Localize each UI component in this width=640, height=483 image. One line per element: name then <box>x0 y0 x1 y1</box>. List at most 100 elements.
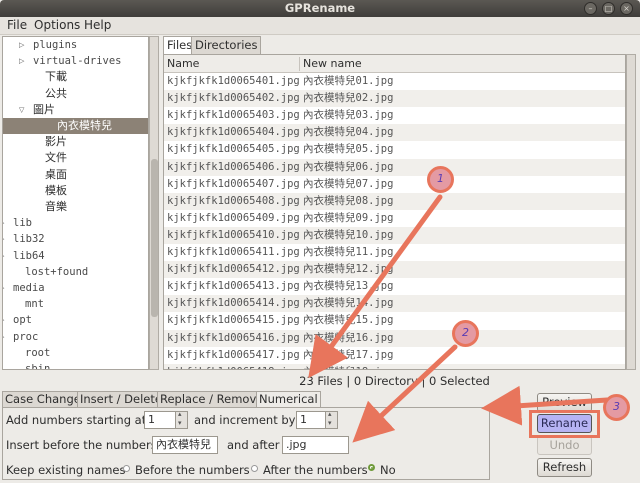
file-name-cell: kjkfjkfk1d0065401.jpg <box>167 75 300 87</box>
expander-icon[interactable]: ▷ <box>19 41 24 49</box>
directory-tree[interactable]: ▷ plugins ▷ virtual-drives 下載 公共 ▽ 圖片 內衣模特兒 影片 文件桌… <box>2 36 149 370</box>
file-name-cell: kjkfjkfk1d0065410.jpg <box>167 228 300 241</box>
table-row[interactable]: kjkfjkfk1d0065405.jpg 內衣模特兒05.jpg <box>164 141 625 158</box>
new-name-cell: 內衣模特兒13.jpg <box>303 280 394 293</box>
tree-node[interactable]: 音樂 <box>45 199 67 215</box>
table-row[interactable]: kjkfjkfk1d0065404.jpg 內衣模特兒04.jpg <box>164 124 625 142</box>
suffix-field[interactable]: .jpg <box>282 436 349 454</box>
menu-bar: File Options Help <box>0 17 640 35</box>
maximize-icon[interactable]: □ <box>602 2 615 15</box>
new-name-cell: 內衣模特兒14.jpg <box>303 297 394 310</box>
file-name-cell: kjkfjkfk1d0065404.jpg <box>167 126 300 139</box>
option-before[interactable]: Before the numbers <box>135 463 250 477</box>
tree-node[interactable]: 影片 <box>45 134 67 150</box>
table-row[interactable]: kjkfjkfk1d0065414.jpg 內衣模特兒14.jpg <box>164 295 625 313</box>
minimize-icon[interactable]: – <box>584 2 597 15</box>
tree-node[interactable]: media <box>13 280 45 296</box>
close-icon[interactable]: × <box>620 2 633 15</box>
radio-no-icon[interactable] <box>368 464 375 471</box>
tree-scrollbar[interactable] <box>149 36 159 370</box>
tree-node[interactable]: lib <box>13 215 32 231</box>
annotation-badge-2: 2 <box>452 320 479 347</box>
increment-spin-icon[interactable] <box>326 410 338 429</box>
tree-node[interactable]: 文件 <box>45 150 67 166</box>
file-name-cell: kjkfjkfk1d0065405.jpg <box>167 143 300 156</box>
tree-node[interactable]: lib64 <box>13 248 45 264</box>
tree-node[interactable]: 公共 <box>45 86 67 102</box>
new-name-cell: 內衣模特兒16.jpg <box>303 331 394 344</box>
expander-icon[interactable]: ▷ <box>3 219 4 227</box>
expander-icon[interactable]: ▷ <box>3 252 4 260</box>
tree-node[interactable]: 內衣模特兒 <box>57 118 112 134</box>
expander-open-icon[interactable]: ▽ <box>19 106 24 114</box>
table-row[interactable]: kjkfjkfk1d0065413.jpg 內衣模特兒13.jpg <box>164 278 625 295</box>
new-name-cell: 內衣模特兒07.jpg <box>303 177 394 190</box>
column-new-name[interactable]: New name <box>303 57 362 70</box>
column-name[interactable]: Name <box>167 57 199 70</box>
option-after[interactable]: After the numbers <box>263 463 368 477</box>
refresh-button[interactable]: Refresh <box>537 458 592 477</box>
table-row[interactable]: kjkfjkfk1d0065416.jpg 內衣模特兒16.jpg <box>164 329 625 347</box>
undo-button[interactable]: Undo <box>537 436 592 455</box>
file-name-cell: kjkfjkfk1d0065403.jpg <box>167 109 300 122</box>
file-list-header: Name New name <box>164 55 625 73</box>
tab-replace-remove[interactable]: Replace / Remove <box>157 391 267 408</box>
tree-node[interactable]: proc <box>13 329 38 345</box>
table-row[interactable]: kjkfjkfk1d0065415.jpg 內衣模特兒15.jpg <box>164 312 625 329</box>
table-row[interactable]: kjkfjkfk1d0065412.jpg 內衣模特兒12.jpg <box>164 261 625 279</box>
expander-icon[interactable]: ▷ <box>3 316 4 324</box>
expander-icon[interactable]: ▷ <box>3 235 4 243</box>
file-name-cell: kjkfjkfk1d0065416.jpg <box>167 331 300 344</box>
expander-icon[interactable]: ▷ <box>3 333 4 341</box>
tree-node[interactable]: plugins <box>33 37 77 53</box>
option-no[interactable]: No <box>380 463 396 477</box>
radio-before-icon[interactable] <box>123 465 130 472</box>
table-row[interactable]: kjkfjkfk1d0065418.jpg內衣模特兒18.jpg <box>164 363 625 369</box>
new-name-cell: 內衣模特兒18.jpg <box>303 364 393 369</box>
table-row[interactable]: kjkfjkfk1d0065406.jpg 內衣模特兒06.jpg <box>164 158 625 176</box>
tab-insert-delete[interactable]: Insert / Delete <box>77 391 165 408</box>
tree-node[interactable]: root <box>25 345 50 361</box>
file-name-cell: kjkfjkfk1d0065402.jpg <box>167 92 300 105</box>
radio-after-icon[interactable] <box>251 465 258 472</box>
tree-node[interactable]: lib32 <box>13 231 45 247</box>
tree-node[interactable]: lost+found <box>25 264 88 280</box>
expander-icon[interactable]: ▷ <box>3 284 4 292</box>
tab-case-change[interactable]: Case Change <box>2 391 84 408</box>
start-number-field[interactable]: 1 <box>144 411 176 429</box>
table-row[interactable]: kjkfjkfk1d0065402.jpg 內衣模特兒02.jpg <box>164 90 625 108</box>
expander-icon[interactable]: ▷ <box>19 57 24 65</box>
file-name-cell: kjkfjkfk1d0065411.jpg <box>167 246 300 258</box>
table-row[interactable]: kjkfjkfk1d0065411.jpg 內衣模特兒11.jpg <box>164 244 625 261</box>
tree-scrollbar-thumb[interactable] <box>151 159 158 317</box>
list-scrollbar[interactable] <box>626 54 636 370</box>
prefix-field[interactable]: 內衣模特兒 <box>152 436 218 454</box>
table-row[interactable]: kjkfjkfk1d0065410.jpg 內衣模特兒10.jpg <box>164 226 625 244</box>
tree-node[interactable]: mnt <box>25 296 44 312</box>
menu-options[interactable]: Options <box>34 18 80 32</box>
file-name-cell: kjkfjkfk1d0065414.jpg <box>167 297 300 310</box>
tree-node[interactable]: 模板 <box>45 183 67 199</box>
increment-field[interactable]: 1 <box>296 411 326 429</box>
tree-node[interactable]: 桌面 <box>45 167 67 183</box>
tree-node[interactable]: 圖片 <box>33 102 55 118</box>
tab-directories[interactable]: Directories <box>191 36 262 54</box>
tree-node[interactable]: virtual-drives <box>33 53 122 69</box>
tree-node[interactable]: opt <box>13 312 32 328</box>
table-row[interactable]: kjkfjkfk1d0065407.jpg 內衣模特兒07.jpg <box>164 176 625 193</box>
menu-file[interactable]: File <box>7 18 27 32</box>
table-row[interactable]: kjkfjkfk1d0065409.jpg 內衣模特兒09.jpg <box>164 210 625 227</box>
tree-node[interactable]: sbin <box>25 361 50 369</box>
file-list[interactable]: Name New name kjkfjkfk1d0065401.jpg 內衣模特兒… <box>163 54 626 370</box>
new-name-cell: 內衣模特兒11.jpg <box>303 246 394 258</box>
new-name-cell: 內衣模特兒09.jpg <box>303 211 394 224</box>
start-label: Add numbers starting at <box>6 413 147 427</box>
tree-node[interactable]: 下載 <box>45 69 67 85</box>
menu-help[interactable]: Help <box>84 18 111 32</box>
table-row[interactable]: kjkfjkfk1d0065417.jpg 內衣模特兒17.jpg <box>164 347 625 364</box>
table-row[interactable]: kjkfjkfk1d0065403.jpg 內衣模特兒03.jpg <box>164 107 625 124</box>
table-row[interactable]: kjkfjkfk1d0065408.jpg 內衣模特兒08.jpg <box>164 192 625 210</box>
new-name-cell: 內衣模特兒06.jpg <box>303 160 394 173</box>
table-row[interactable]: kjkfjkfk1d0065401.jpg 內衣模特兒01.jpg <box>164 73 625 90</box>
start-spin-icon[interactable] <box>176 410 188 429</box>
